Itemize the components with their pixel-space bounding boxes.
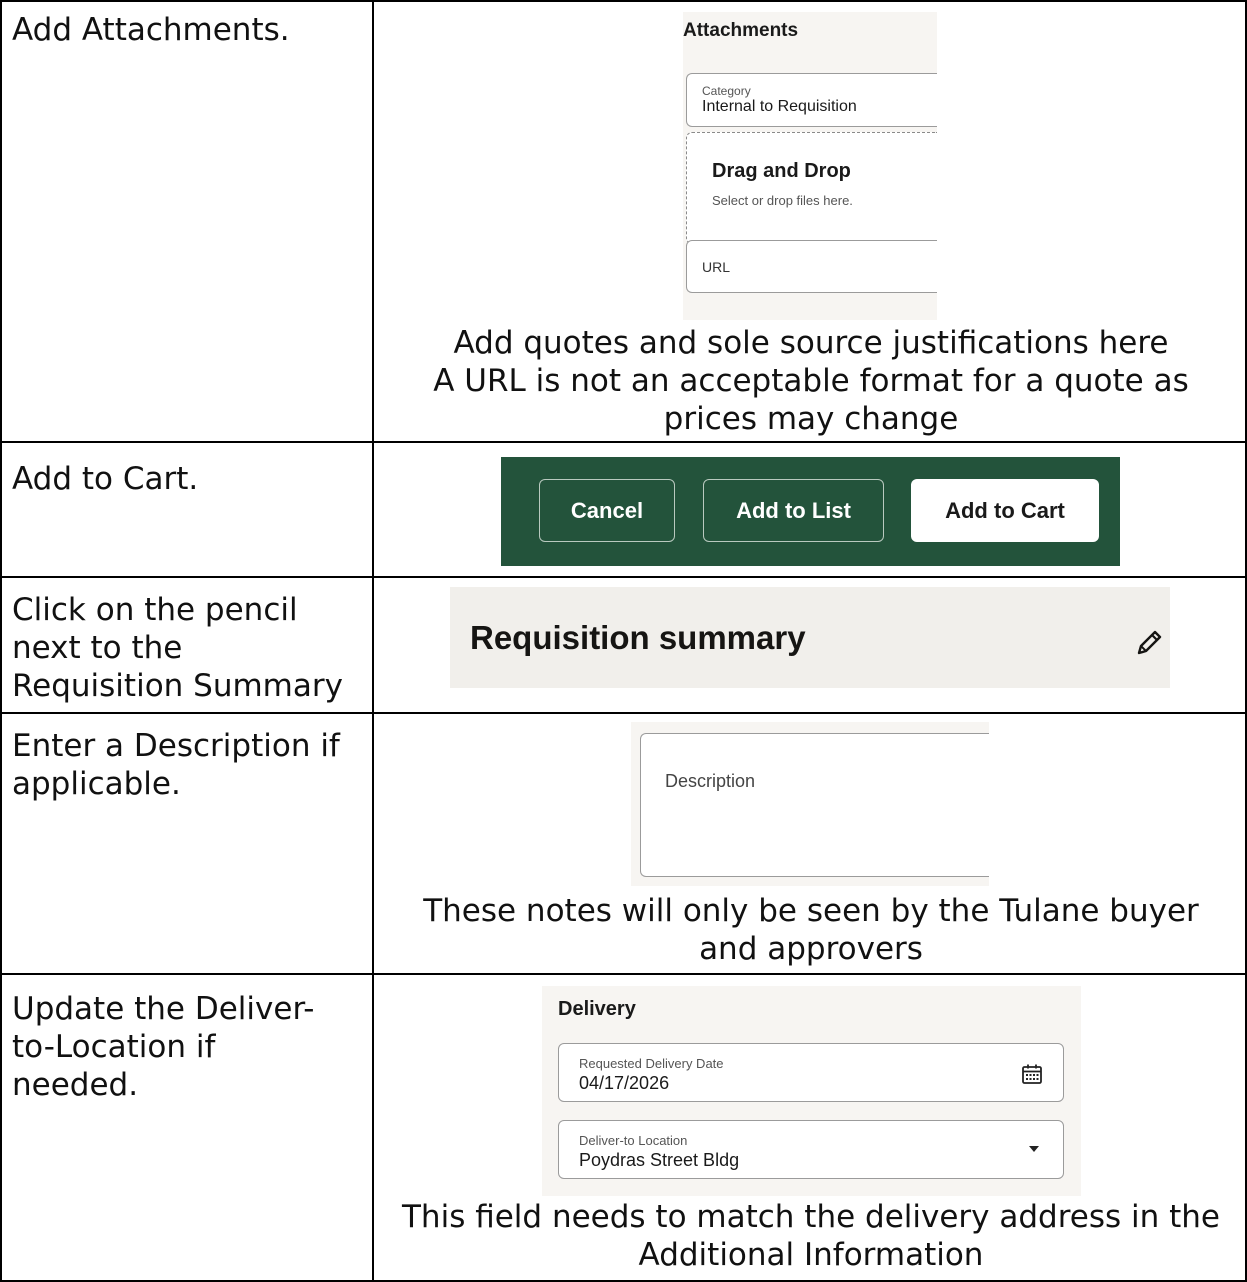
step-update-location: to-Location if [12, 1029, 216, 1065]
step-add-to-cart: Add to Cart. [12, 461, 199, 497]
row-divider [0, 576, 1247, 578]
category-field[interactable]: Category Internal to Requisition [686, 73, 937, 127]
description-panel: Description [631, 722, 989, 886]
attachments-panel: Attachments Category Internal to Requisi… [683, 12, 937, 320]
description-note-line: These notes will only be seen by the Tul… [423, 893, 1199, 929]
delivery-note-line: Additional Information [638, 1237, 984, 1273]
row-divider [0, 441, 1247, 443]
step-enter-description: Enter a Description if [12, 728, 340, 764]
location-label: Deliver-to Location [579, 1133, 688, 1148]
attachments-note-line: A URL is not an acceptable format for a … [433, 363, 1189, 399]
drag-and-drop-zone[interactable]: Drag and Drop Select or drop files here. [686, 132, 937, 244]
description-label: Description [665, 771, 756, 791]
calendar-icon[interactable] [1021, 1063, 1043, 1085]
requested-delivery-date-field[interactable]: Requested Delivery Date 04/17/2026 [558, 1043, 1064, 1102]
step-click-pencil: Click on the pencil [12, 592, 298, 628]
column-divider [372, 0, 374, 1282]
requisition-summary-header: Requisition summary [450, 587, 1170, 688]
instruction-table: Add Attachments. Attachments Category In… [0, 0, 1247, 1282]
attachments-note-line: Add quotes and sole source justification… [453, 325, 1169, 361]
description-field[interactable]: Description [640, 733, 989, 877]
location-value: Poydras Street Bldg [579, 1150, 740, 1170]
delivery-title: Delivery [558, 998, 636, 1020]
category-label: Category [702, 84, 751, 98]
description-note-line: and approvers [699, 931, 923, 967]
drop-subtitle: Select or drop files here. [712, 193, 853, 208]
url-field[interactable]: URL [686, 240, 937, 293]
step-enter-description: applicable. [12, 766, 181, 802]
cart-action-bar: Cancel Add to List Add to Cart [501, 457, 1120, 566]
pencil-icon[interactable] [1133, 627, 1165, 659]
table-border-top [0, 0, 1247, 2]
table-border-left [0, 0, 2, 1282]
deliver-to-location-field[interactable]: Deliver-to Location Poydras Street Bldg [558, 1120, 1064, 1179]
step-click-pencil: next to the [12, 630, 183, 666]
requisition-summary-title: Requisition summary [470, 619, 806, 656]
date-label: Requested Delivery Date [579, 1056, 724, 1071]
step-add-attachments: Add Attachments. [12, 12, 290, 48]
attachments-title: Attachments [683, 20, 799, 41]
add-to-list-button[interactable]: Add to List [703, 479, 884, 542]
drop-title: Drag and Drop [712, 160, 851, 182]
step-click-pencil: Requisition Summary [12, 668, 343, 704]
category-value: Internal to Requisition [702, 98, 857, 115]
row-divider [0, 973, 1247, 975]
chevron-down-icon[interactable] [1029, 1146, 1039, 1152]
step-update-location: Update the Deliver- [12, 991, 315, 1027]
delivery-panel: Delivery Requested Delivery Date 04/17/2… [542, 986, 1081, 1196]
url-label: URL [702, 259, 731, 275]
step-update-location: needed. [12, 1067, 139, 1103]
attachments-note-line: prices may change [663, 401, 959, 437]
date-value: 04/17/2026 [579, 1073, 670, 1093]
row-divider [0, 712, 1247, 714]
delivery-note-line: This field needs to match the delivery a… [402, 1199, 1220, 1235]
cancel-button[interactable]: Cancel [539, 479, 675, 542]
add-to-cart-button[interactable]: Add to Cart [911, 479, 1099, 542]
